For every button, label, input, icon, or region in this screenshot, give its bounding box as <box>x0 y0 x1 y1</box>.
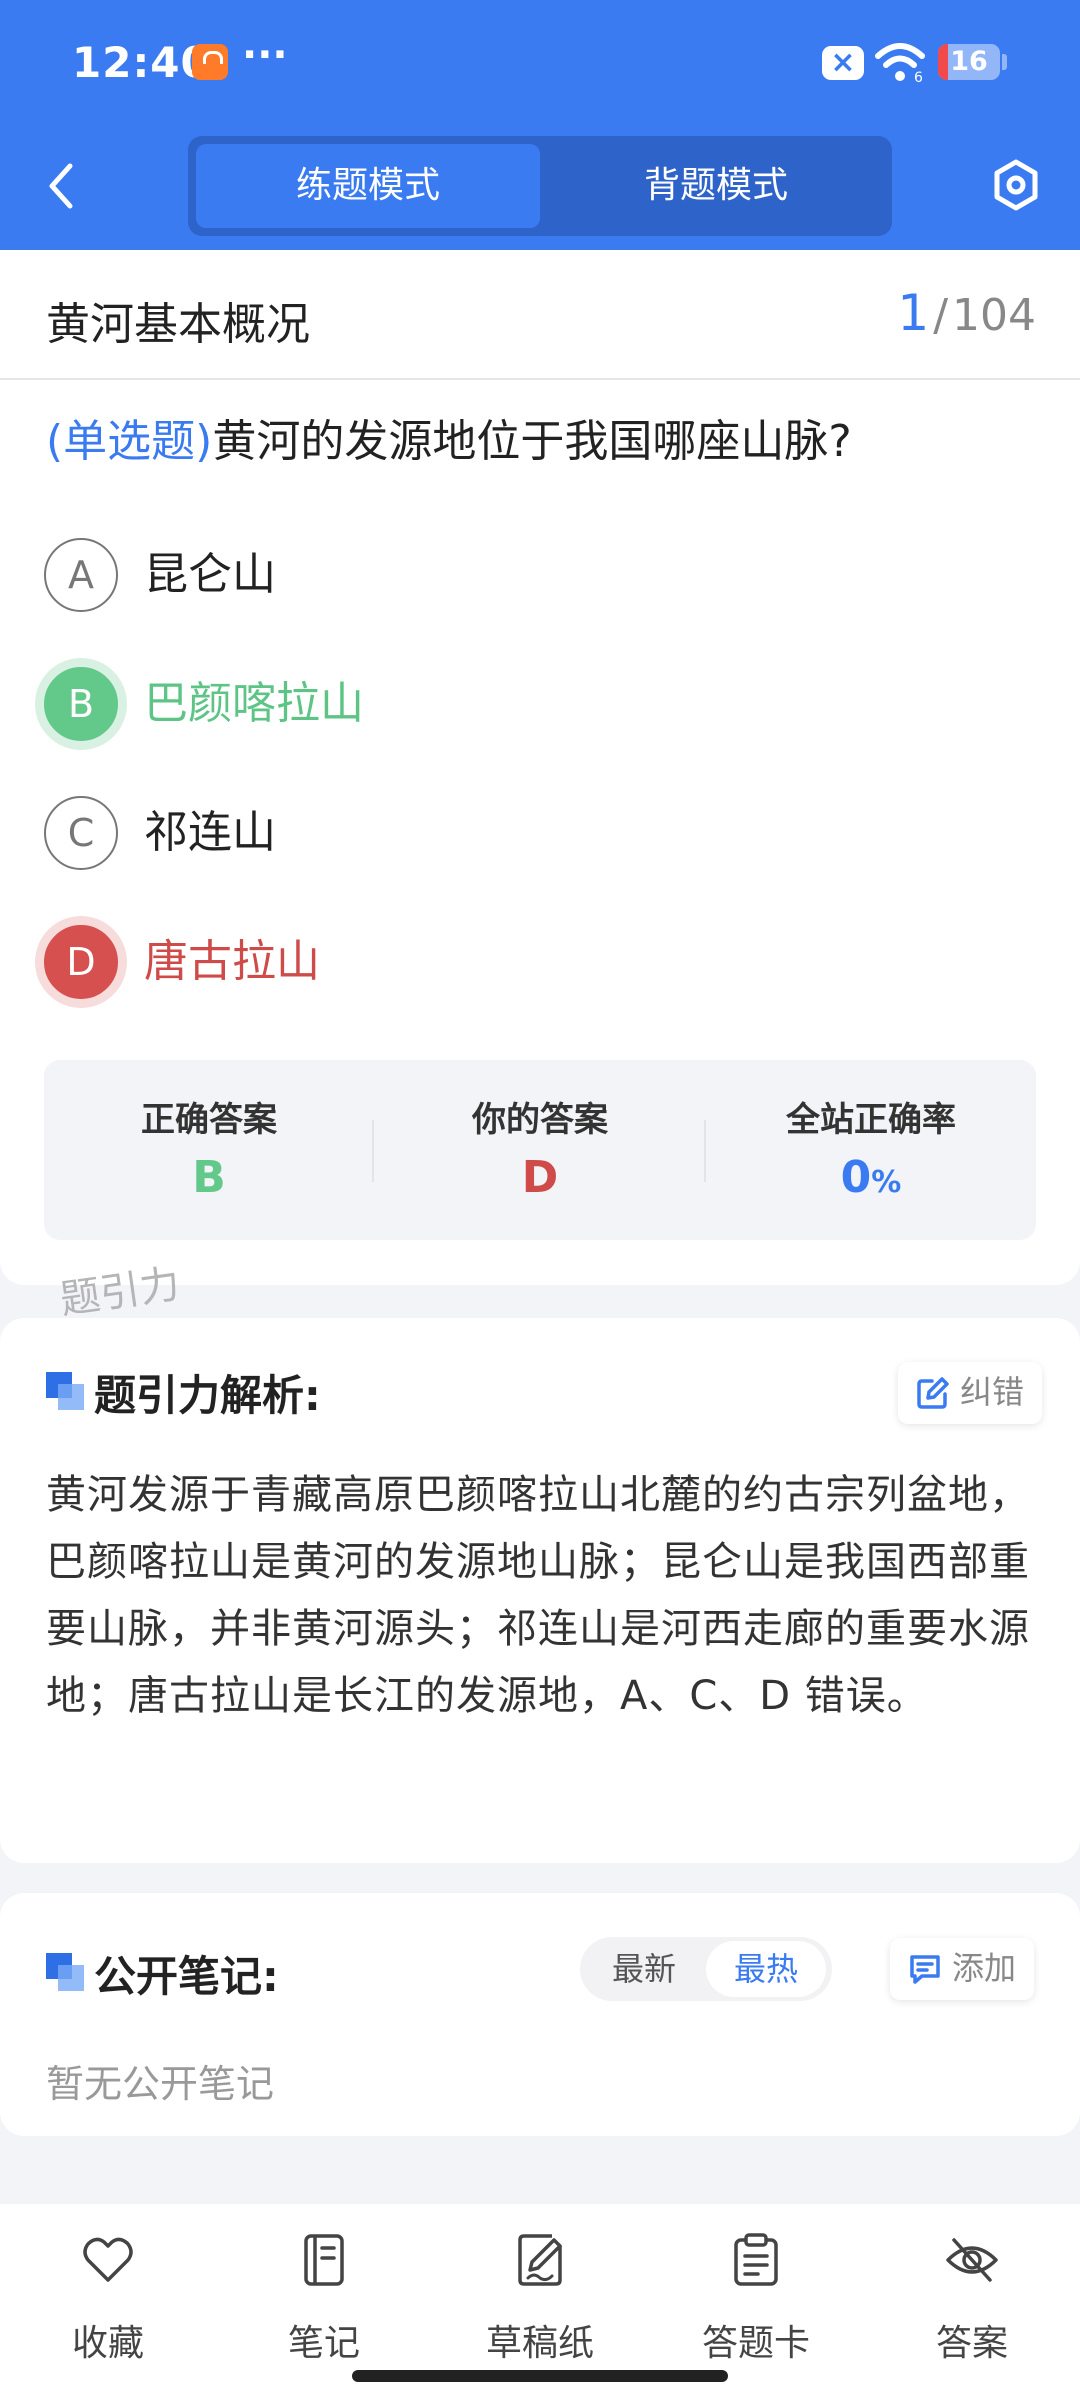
current-question-number: 1 <box>897 284 930 342</box>
nav-answer-sheet[interactable]: 答题卡 <box>666 2226 846 2376</box>
nav-label: 草稿纸 <box>485 2323 594 2364</box>
section-squares-icon <box>46 1372 84 1410</box>
analysis-text: 黄河发源于青藏高原巴颜喀拉山北麓的约古宗列盆地，巴颜喀拉山是黄河的发源地山脉；昆… <box>46 1472 1030 1719</box>
option-text: 唐古拉山 <box>144 936 320 987</box>
correct-answer-column: 正确答案 B <box>44 1060 374 1240</box>
question-type-label: (单选题) <box>46 416 213 467</box>
notes-title: 公开笔记: <box>94 1952 279 2001</box>
notebook-icon <box>304 2234 344 2286</box>
option-letter: D <box>44 925 118 999</box>
site-accuracy-value: 0% <box>706 1152 1036 1203</box>
tab-memorize-mode[interactable]: 背题模式 <box>548 144 884 228</box>
chevron-left-icon[interactable] <box>42 158 82 214</box>
correct-answer-value: B <box>192 1152 226 1203</box>
top-header: 12:40 ··· × 6 16 练题模式 背题模式 <box>0 0 1080 250</box>
answer-summary: 正确答案 B 你的答案 D 全站正确率 0% <box>44 1060 1036 1240</box>
svg-text:6: 6 <box>914 70 923 84</box>
empty-notes-text: 暂无公开笔记 <box>46 2062 275 2106</box>
nav-notes[interactable]: 笔记 <box>234 2226 414 2376</box>
draft-paper-icon <box>518 2234 562 2286</box>
chapter-title: 黄河基本概况 <box>46 299 310 350</box>
report-error-button[interactable]: 纠错 <box>898 1362 1043 1424</box>
battery-icon: 16 <box>938 44 1000 80</box>
heart-icon <box>83 2237 133 2282</box>
option-c[interactable]: C 祁连山 <box>44 796 1034 872</box>
site-accuracy-number: 0 <box>840 1152 872 1203</box>
option-letter: C <box>44 796 118 870</box>
divider <box>372 1120 374 1182</box>
section-squares-icon <box>46 1953 84 1991</box>
status-time: 12:40 <box>72 38 211 87</box>
analysis-card: 题引力解析: 纠错 黄河发源于青藏高原巴颜喀拉山北麓的约古宗列盆地，巴颜喀拉山是… <box>0 1318 1080 1863</box>
your-answer-column: 你的答案 D <box>375 1060 705 1240</box>
nav-label: 笔记 <box>287 2323 360 2364</box>
option-text: 祁连山 <box>144 807 276 858</box>
nav-label: 答题卡 <box>701 2323 810 2364</box>
status-bar: 12:40 ··· × 6 16 <box>0 0 1080 125</box>
nav-answer[interactable]: 答案 <box>882 2226 1062 2376</box>
option-text: 昆仑山 <box>144 549 276 600</box>
notes-card: 公开笔记: 最新 最热 添加 暂无公开笔记 <box>0 1893 1080 2136</box>
more-notifications-icon: ··· <box>242 32 288 78</box>
mode-switch: 练题模式 背题模式 <box>188 136 892 236</box>
analysis-title: 题引力解析: <box>94 1371 321 1420</box>
battery-level: 16 <box>950 46 988 77</box>
answer-sheet-icon <box>734 2233 778 2286</box>
your-answer-label: 你的答案 <box>472 1100 608 1140</box>
option-d[interactable]: D 唐古拉山 <box>44 925 1034 1001</box>
progress-separator: / <box>933 290 949 341</box>
edit-icon <box>917 1377 949 1409</box>
notes-sort-toggle: 最新 最热 <box>580 1937 832 2001</box>
option-b[interactable]: B 巴颜喀拉山 <box>44 667 1034 743</box>
question-stem: 黄河的发源地位于我国哪座山脉? <box>212 416 852 467</box>
nav-label: 收藏 <box>71 2323 144 2364</box>
nav-favorite[interactable]: 收藏 <box>18 2226 198 2376</box>
question-text: (单选题)黄河的发源地位于我国哪座山脉? <box>46 412 1036 472</box>
wifi-icon: 6 <box>875 43 925 84</box>
add-note-label: 添加 <box>952 1949 1017 1987</box>
sort-newest[interactable]: 最新 <box>586 1941 702 1997</box>
site-accuracy-unit: % <box>871 1165 902 1200</box>
total-question-count: 104 <box>952 290 1036 341</box>
nav-label: 答案 <box>935 2323 1008 2364</box>
hexagon-settings-icon[interactable] <box>990 157 1042 213</box>
eye-off-icon <box>946 2238 998 2282</box>
comment-icon <box>910 1955 940 1984</box>
nav-draft[interactable]: 草稿纸 <box>450 2226 630 2376</box>
close-x-icon: × <box>822 46 864 80</box>
option-a[interactable]: A 昆仑山 <box>44 538 1034 614</box>
your-answer-value: D <box>521 1152 559 1203</box>
correct-answer-label: 正确答案 <box>141 1100 277 1140</box>
add-note-button[interactable]: 添加 <box>890 1938 1035 2000</box>
question-progress[interactable]: 1/104 <box>897 284 1036 342</box>
battery-tip <box>1002 54 1007 70</box>
chapter-row: 黄河基本概况 1/104 <box>0 250 1080 380</box>
report-error-label: 纠错 <box>960 1373 1025 1411</box>
sort-hottest[interactable]: 最热 <box>706 1941 826 1997</box>
shopping-app-icon <box>192 44 228 80</box>
home-indicator[interactable] <box>352 2370 728 2382</box>
site-accuracy-label: 全站正确率 <box>786 1100 956 1140</box>
tab-practice-mode[interactable]: 练题模式 <box>196 144 540 228</box>
option-letter: A <box>44 538 118 612</box>
site-accuracy-column: 全站正确率 0% <box>706 1060 1036 1240</box>
option-text: 巴颜喀拉山 <box>144 678 364 729</box>
option-letter: B <box>44 667 118 741</box>
